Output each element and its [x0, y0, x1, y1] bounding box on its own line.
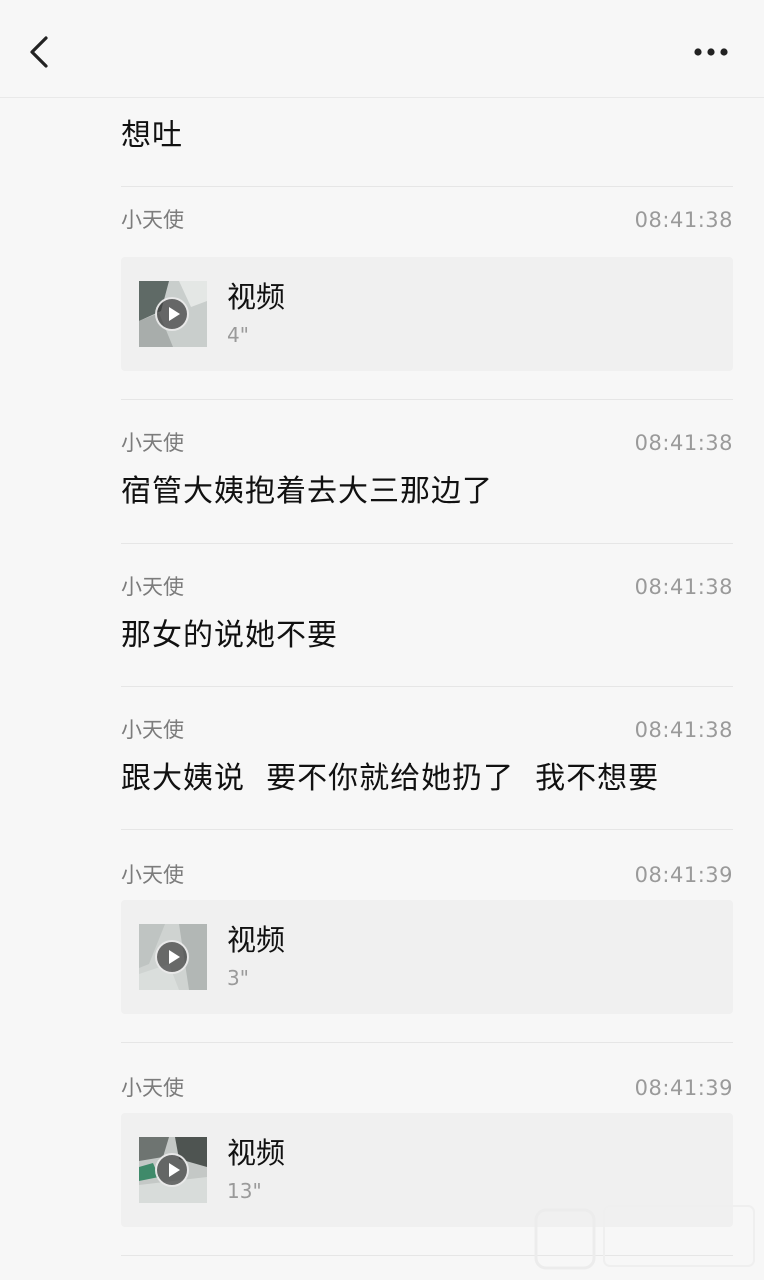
video-thumbnail: [139, 924, 207, 990]
message-text: 跟大姨说 要不你就给她扔了 我不想要: [121, 761, 660, 796]
video-message-card[interactable]: 视频 3": [121, 900, 733, 1014]
message-text: 宿管大姨抱着去大三那边了: [121, 474, 493, 509]
message-time: 08:41:38: [634, 718, 733, 742]
message-time: 08:41:38: [634, 575, 733, 599]
sender-name: 小天使: [121, 575, 184, 599]
message-time: 08:41:38: [634, 431, 733, 455]
more-horizontal-icon: [694, 48, 728, 56]
video-label: 视频: [227, 1136, 286, 1170]
message-record: 小天使 08:41:38 那女的说她不要: [121, 544, 733, 687]
message-time: 08:41:39: [634, 863, 733, 887]
sender-name: 小天使: [121, 208, 184, 232]
back-button[interactable]: [22, 28, 62, 76]
watermark-logo: [530, 1196, 764, 1280]
chat-history-page: 想吐 小天使 08:41:38 视频 4" 小天使 08:41:38 宿管大姨抱…: [0, 0, 764, 1280]
message-time: 08:41:39: [634, 1076, 733, 1100]
sender-name: 小天使: [121, 718, 184, 742]
play-icon: [155, 940, 189, 974]
top-bar: [0, 0, 764, 98]
sender-name: 小天使: [121, 1076, 184, 1100]
sender-name: 小天使: [121, 431, 184, 455]
message-record: 小天使 08:41:38 视频 4": [121, 187, 733, 400]
video-duration: 13": [227, 1179, 262, 1203]
play-icon: [155, 297, 189, 331]
message-text: 想吐: [121, 118, 183, 153]
sender-name: 小天使: [121, 863, 184, 887]
message-record: 小天使 08:41:38 宿管大姨抱着去大三那边了: [121, 400, 733, 544]
play-icon: [155, 1153, 189, 1187]
message-text: 那女的说她不要: [121, 618, 338, 653]
video-duration: 3": [227, 966, 249, 990]
more-options-button[interactable]: [686, 34, 736, 70]
video-label: 视频: [227, 280, 286, 314]
message-record-partial: 想吐: [121, 112, 733, 187]
chevron-left-icon: [30, 36, 48, 68]
message-record: 小天使 08:41:38 跟大姨说 要不你就给她扔了 我不想要: [121, 687, 733, 830]
video-message-card[interactable]: 视频 4": [121, 257, 733, 371]
message-record: 小天使 08:41:39 视频 3": [121, 830, 733, 1043]
video-thumbnail: [139, 281, 207, 347]
message-time: 08:41:38: [634, 208, 733, 232]
video-label: 视频: [227, 923, 286, 957]
video-duration: 4": [227, 323, 249, 347]
video-thumbnail: [139, 1137, 207, 1203]
